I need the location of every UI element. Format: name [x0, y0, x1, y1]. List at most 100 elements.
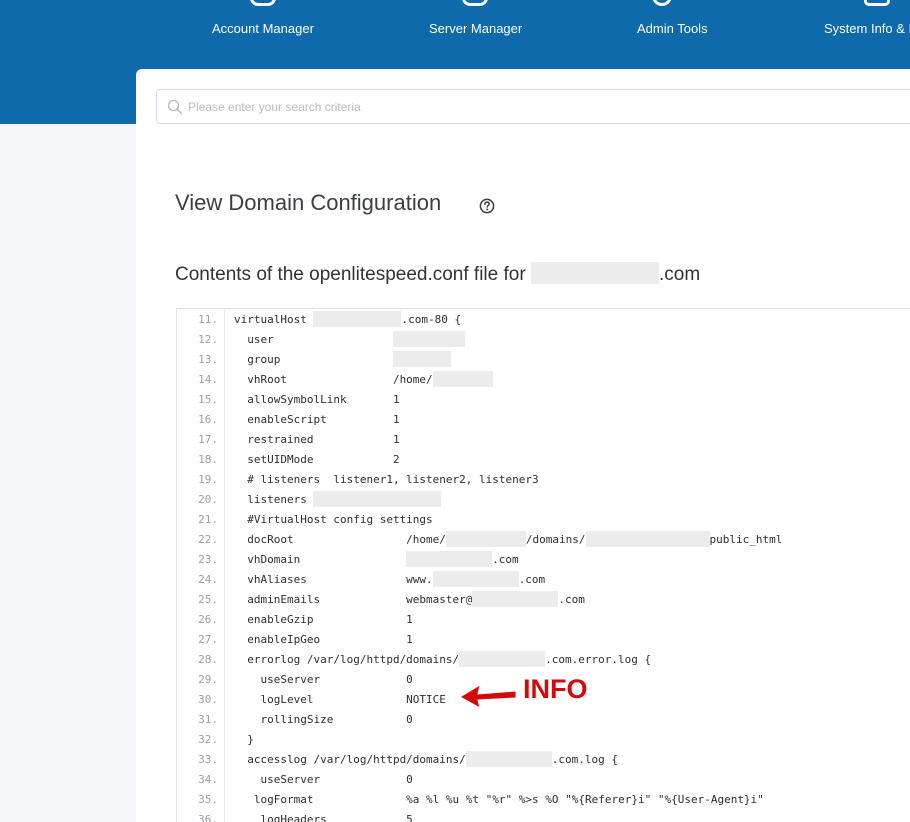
- code-segment: adminEmails webmaster@: [234, 593, 473, 606]
- code-line: 21. #VirtualHost config settings: [177, 510, 910, 530]
- code-text: vhDomain .com: [234, 550, 519, 570]
- code-text: setUIDMode 2: [234, 450, 400, 470]
- help-icon[interactable]: [479, 198, 495, 214]
- line-number: 24.: [198, 573, 218, 586]
- code-segment: logLevel NOTICE: [234, 693, 446, 706]
- line-number: 29.: [198, 673, 218, 686]
- code-segment: .com: [492, 553, 519, 566]
- code-text: listeners: [234, 490, 442, 510]
- code-text: group: [234, 350, 451, 370]
- content-panel: View Domain Configuration Contents of th…: [136, 69, 910, 822]
- page-title: View Domain Configuration: [175, 190, 442, 215]
- redacted-text: [465, 751, 552, 767]
- system-info-icon: [864, 0, 890, 6]
- line-number: 16.: [198, 413, 218, 426]
- account-icon: [250, 0, 276, 6]
- code-text: logHeaders 5: [234, 810, 412, 822]
- code-segment: errorlog /var/log/httpd/domains/: [234, 653, 460, 666]
- code-line: 27. enableIpGeo 1: [177, 630, 910, 650]
- annotation-label: INFO: [523, 674, 588, 704]
- line-number: 32.: [198, 733, 218, 746]
- code-text: useServer 0: [234, 670, 413, 690]
- code-segment: .com.error.log {: [545, 653, 652, 666]
- code-segment: setUIDMode 2: [234, 453, 400, 466]
- code-text: docRoot /home/ /domains/public_html: [234, 530, 782, 550]
- code-segment: enableIpGeo 1: [234, 633, 413, 646]
- redacted-text: [406, 551, 493, 567]
- line-number: 13.: [198, 353, 218, 366]
- code-text: vhAliases www. .com: [234, 570, 545, 590]
- code-line: 24. vhAliases www. .com: [177, 570, 910, 590]
- code-line: 17. restrained 1: [177, 430, 910, 450]
- line-number: 30.: [198, 693, 218, 706]
- code-segment: #VirtualHost config settings: [234, 513, 433, 526]
- code-text: logFormat %a %l %u %t "%r" %>s %O "%{Ref…: [234, 790, 764, 810]
- config-code-viewer: 11. virtualHost .com-80 {12. user 13. gro…: [176, 308, 910, 822]
- code-text: rollingSize 0: [234, 710, 413, 730]
- code-text: #VirtualHost config settings: [234, 510, 433, 530]
- redacted-text: [472, 591, 559, 607]
- code-line: 13. group: [177, 350, 910, 370]
- code-line: 23. vhDomain .com: [177, 550, 910, 570]
- search-box[interactable]: [156, 89, 910, 124]
- config-subtitle: Contents of the openlitespeed.conf file …: [175, 262, 701, 286]
- code-segment: useServer 0: [234, 773, 413, 786]
- code-line: 16. enableScript 1: [177, 410, 910, 430]
- code-text: enableGzip 1: [234, 610, 413, 630]
- code-segment: rollingSize 0: [234, 713, 413, 726]
- code-line: 32. }: [177, 730, 910, 750]
- code-line: 28. errorlog /var/log/httpd/domains/ .com…: [177, 650, 910, 670]
- subtitle-suffix: .com: [658, 264, 701, 285]
- code-segment: allowSymbolLink 1: [234, 393, 400, 406]
- line-number: 18.: [198, 453, 218, 466]
- code-line: 20. listeners: [177, 490, 910, 510]
- code-text: accesslog /var/log/httpd/domains/ .com.lo…: [234, 750, 618, 770]
- code-segment: vhRoot /home/: [234, 373, 433, 386]
- code-segment: .com.log {: [551, 753, 619, 766]
- code-text: }: [234, 730, 254, 750]
- redacted-text: [459, 651, 546, 667]
- server-icon: [462, 0, 488, 6]
- redacted-text: [445, 531, 526, 547]
- redacted-text: [313, 311, 402, 327]
- code-text: vhRoot /home/: [234, 370, 493, 390]
- redacted-domain: [530, 262, 659, 285]
- code-segment: group: [234, 353, 393, 366]
- code-line: 33. accesslog /var/log/httpd/domains/ .co…: [177, 750, 910, 770]
- code-segment: }: [234, 733, 254, 746]
- code-segment: user: [234, 333, 393, 346]
- line-number: 28.: [198, 653, 218, 666]
- nav-label: Admin Tools: [637, 21, 708, 36]
- line-number: 17.: [198, 433, 218, 446]
- line-number: 33.: [198, 753, 218, 766]
- code-text: errorlog /var/log/httpd/domains/ .com.err…: [234, 650, 651, 670]
- code-segment: vhDomain: [234, 553, 407, 566]
- code-segment: virtualHost: [234, 313, 314, 326]
- code-text: enableScript 1: [234, 410, 399, 430]
- nav-label: System Info & I: [824, 21, 910, 36]
- line-number: 22.: [198, 533, 218, 546]
- code-segment: useServer 0: [234, 673, 413, 686]
- line-number: 11.: [198, 313, 218, 326]
- code-segment: accesslog /var/log/httpd/domains/: [234, 753, 466, 766]
- line-number: 15.: [198, 393, 218, 406]
- line-number: 34.: [198, 773, 218, 786]
- code-line: 18. setUIDMode 2: [177, 450, 910, 470]
- line-number: 23.: [198, 553, 218, 566]
- nav-label: Account Manager: [212, 21, 314, 36]
- nav-label: Server Manager: [429, 21, 523, 36]
- code-text: user: [234, 330, 465, 350]
- redacted-text: [392, 351, 451, 367]
- code-text: restrained 1: [234, 430, 399, 450]
- search-input[interactable]: [188, 90, 888, 123]
- line-number: 21.: [198, 513, 218, 526]
- code-segment: enableGzip 1: [234, 613, 413, 626]
- line-number: 14.: [198, 373, 218, 386]
- code-line: 36. logHeaders 5: [177, 810, 910, 822]
- code-line: 11. virtualHost .com-80 {: [177, 310, 910, 330]
- annotation-arrow-icon: [458, 683, 517, 709]
- search-icon: [167, 99, 183, 115]
- code-segment: .com: [518, 573, 546, 586]
- code-segment: public_html: [709, 533, 783, 546]
- code-segment: /domains/: [525, 533, 586, 546]
